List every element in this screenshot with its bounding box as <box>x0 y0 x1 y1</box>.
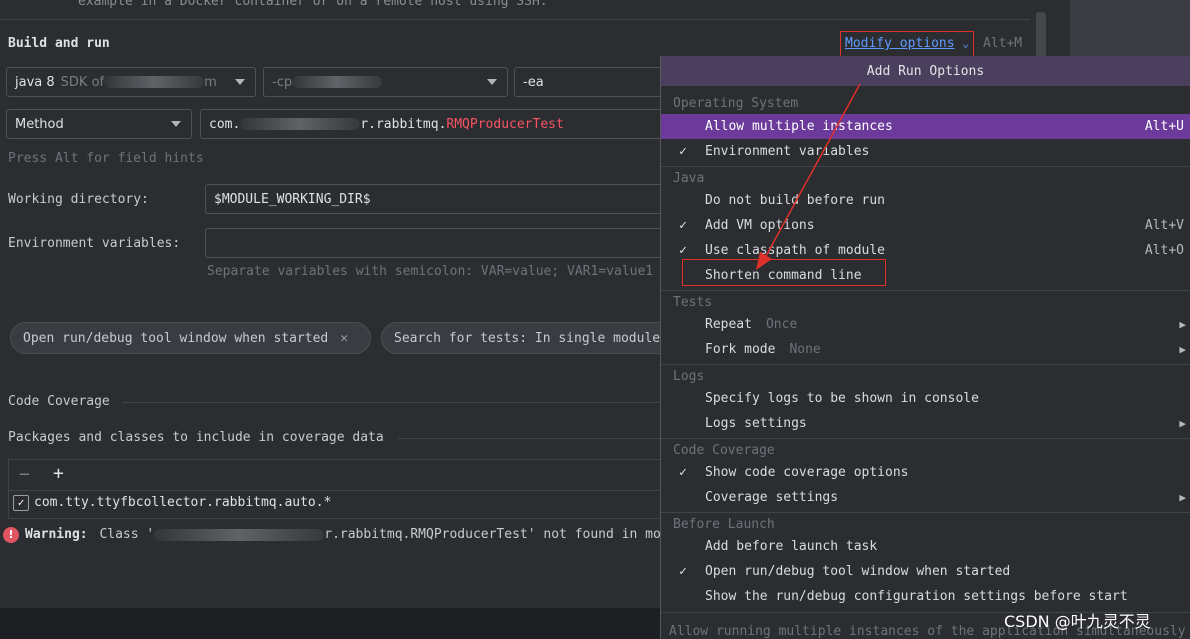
arrow-line <box>765 83 861 257</box>
watermark: CSDN @叶九灵不灵 <box>1004 612 1151 631</box>
annotation-arrow <box>756 83 861 270</box>
arrow-head <box>756 252 772 270</box>
